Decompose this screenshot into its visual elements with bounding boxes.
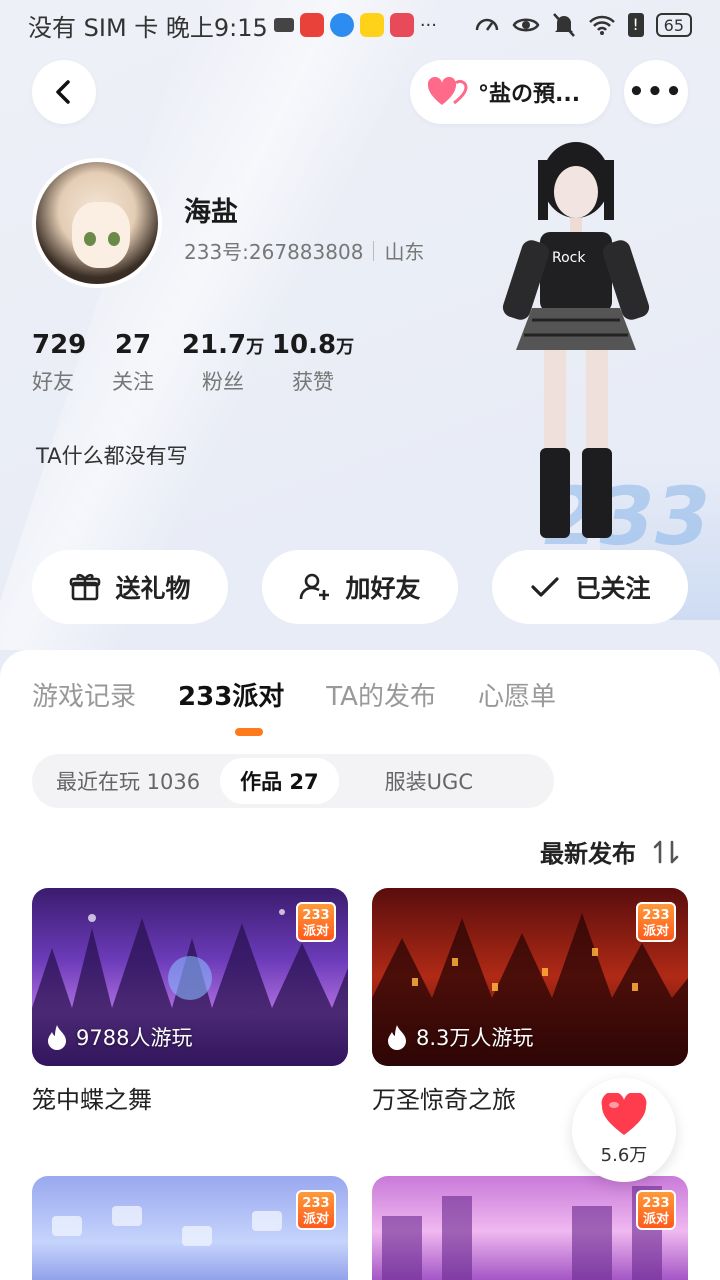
speed-icon — [475, 18, 498, 31]
main-tabs: 游戏记录 233派对 TA的发布 心愿单 — [32, 676, 556, 713]
more-button[interactable]: ••• — [624, 60, 688, 124]
stat-friends[interactable]: 729 好友 — [32, 330, 88, 396]
sort-label: 最新发布 — [540, 840, 636, 868]
send-gift-label: 送礼物 — [115, 574, 191, 603]
fire-icon — [388, 1025, 406, 1050]
eye-icon — [512, 18, 540, 32]
svg-text:Rock: Rock — [552, 250, 586, 266]
video-icon — [273, 18, 294, 32]
avatar-character[interactable]: Rock — [488, 140, 658, 550]
back-button[interactable] — [32, 60, 96, 124]
subtab-ugc-outfits[interactable]: 服装UGC — [339, 758, 493, 804]
content-sheet: 游戏记录 233派对 TA的发布 心愿单 最近在玩 1036 作品 27 服装U… — [0, 650, 720, 1280]
user-id: 233号:267883808 — [184, 240, 364, 264]
work-title: 笼中蝶之舞 — [32, 1086, 152, 1114]
stat-number: 21.7万 — [181, 330, 265, 360]
fire-icon — [48, 1025, 66, 1050]
play-count: 8.3万人游玩 — [386, 1022, 533, 1052]
battery-indicator: 65 — [655, 13, 692, 37]
send-gift-button[interactable]: 送礼物 — [32, 550, 228, 624]
work-thumbnail: 233 派对 9788人游玩 — [32, 888, 348, 1066]
party-badge: 233 派对 — [296, 902, 336, 942]
tab-wishlist[interactable]: 心愿单 — [478, 676, 556, 713]
status-text: 没有 SIM 卡 晚上9:15 — [28, 13, 268, 42]
work-thumbnail: 233 派对 — [372, 1176, 688, 1280]
wifi-icon — [588, 15, 615, 35]
tab-posts[interactable]: TA的发布 — [326, 676, 436, 713]
nickname: 海盐 — [184, 197, 238, 228]
chevron-left-icon — [56, 80, 70, 104]
stat-number: 27 — [114, 330, 152, 360]
work-card[interactable]: 233 派对 — [372, 1176, 688, 1280]
app-notification-icon — [329, 13, 354, 37]
play-count-text: 8.3万人游玩 — [416, 1026, 534, 1050]
alert-icon: ! — [627, 13, 644, 37]
like-count: 5.6万 — [600, 1145, 648, 1166]
add-friend-label: 加好友 — [345, 574, 421, 603]
tab-indicator — [235, 728, 263, 736]
check-icon — [531, 577, 560, 597]
mute-bell-icon — [552, 13, 575, 37]
tab-233-party[interactable]: 233派对 — [178, 676, 284, 713]
sort-button[interactable]: 最新发布 — [540, 834, 680, 869]
status-bar: 没有 SIM 卡 晚上9:15 ··· ! 65 — [0, 0, 720, 50]
more-notifications-icon: ··· — [419, 14, 437, 36]
stat-label: 获赞 — [292, 370, 334, 394]
stat-likes[interactable]: 10.8万 获赞 — [268, 330, 358, 396]
subtab-works[interactable]: 作品 27 — [220, 758, 339, 804]
play-count: 9788人游玩 — [46, 1022, 192, 1052]
add-friend-button[interactable]: 加好友 — [262, 550, 458, 624]
work-card[interactable]: 233 派对 9788人游玩 笼中蝶之舞 — [32, 888, 348, 1115]
user-location: 山东 — [384, 240, 425, 264]
play-count-text: 9788人游玩 — [76, 1026, 193, 1050]
subtab-recent[interactable]: 最近在玩 1036 — [36, 758, 220, 804]
user-id-row: 233号:267883808 山东 — [184, 236, 424, 265]
bio: TA什么都没有写 — [36, 444, 188, 468]
work-card[interactable]: 233 派对 — [32, 1176, 348, 1280]
avatar[interactable] — [32, 158, 162, 288]
app-notification-icon — [299, 13, 324, 37]
app-notification-icon — [389, 13, 414, 37]
followed-button[interactable]: 已关注 — [492, 550, 688, 624]
party-badge: 233 派对 — [636, 1190, 676, 1230]
stat-label: 粉丝 — [202, 370, 244, 394]
stat-number: 10.8万 — [271, 330, 355, 360]
work-thumbnail: 233 派对 — [32, 1176, 348, 1280]
gift-icon — [70, 573, 101, 601]
avatar-eye — [108, 232, 120, 246]
app-notification-icon — [359, 13, 384, 37]
stat-fans[interactable]: 21.7万 粉丝 — [178, 330, 268, 396]
sort-icon — [653, 840, 679, 863]
heart-icon — [601, 1093, 647, 1135]
like-button[interactable]: 5.6万 — [572, 1078, 676, 1182]
tab-game-history[interactable]: 游戏记录 — [32, 676, 136, 713]
avatar-face — [72, 202, 130, 268]
double-heart-icon — [428, 77, 468, 105]
cp-label: °盐の預... — [478, 82, 581, 107]
stat-number: 729 — [32, 330, 87, 360]
more-dots-icon: ••• — [628, 77, 684, 107]
profile-stats: 729 好友 27 关注 21.7万 粉丝 10.8万 获赞 — [32, 330, 358, 396]
stat-following[interactable]: 27 关注 — [88, 330, 178, 396]
divider — [373, 240, 375, 261]
avatar-eye — [84, 232, 96, 246]
work-thumbnail: 233 派对 8.3万人游玩 — [372, 888, 688, 1066]
stat-label: 好友 — [32, 370, 74, 394]
party-badge: 233 派对 — [636, 902, 676, 942]
cp-relation-button[interactable]: °盐の預... — [410, 60, 610, 124]
followed-label: 已关注 — [575, 574, 651, 603]
add-user-icon — [300, 573, 330, 600]
party-badge: 233 派对 — [296, 1190, 336, 1230]
stat-label: 关注 — [112, 370, 154, 394]
sub-tabs: 最近在玩 1036 作品 27 服装UGC — [32, 754, 554, 808]
